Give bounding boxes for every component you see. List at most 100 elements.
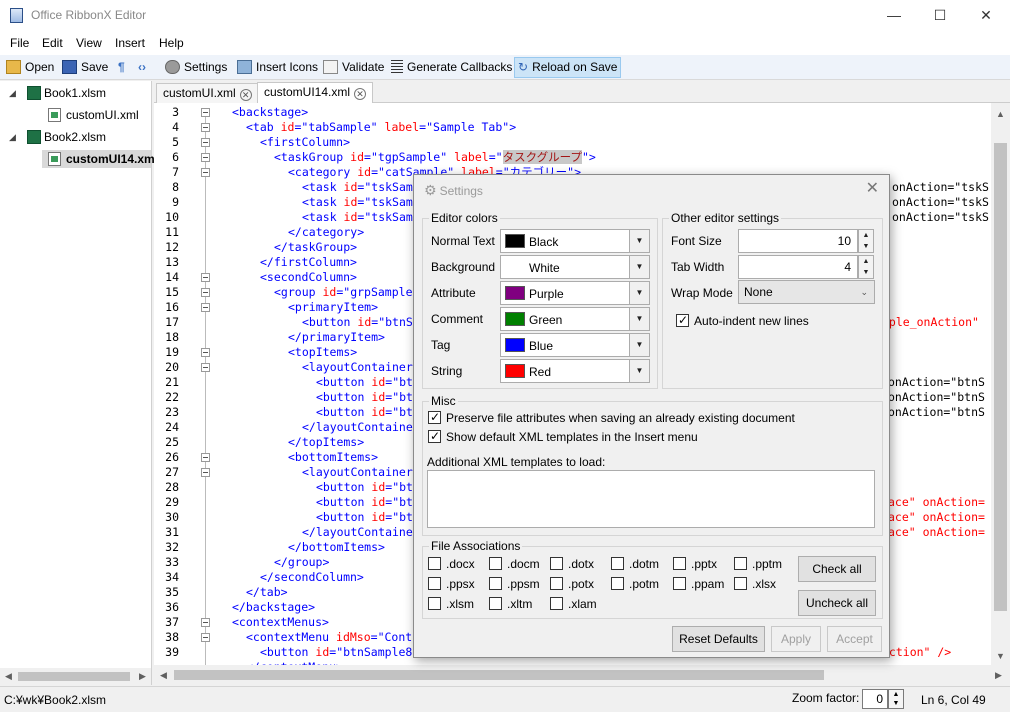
- open-button[interactable]: Open: [6, 57, 54, 78]
- menu-view[interactable]: View: [76, 36, 102, 50]
- checkbox-box[interactable]: [428, 577, 441, 590]
- scroll-thumb[interactable]: [18, 672, 130, 681]
- scroll-right-icon[interactable]: ▶: [995, 670, 1002, 681]
- tree-item-book1[interactable]: Book1.xlsm: [27, 84, 106, 102]
- close-window-button[interactable]: ✕: [963, 0, 1009, 31]
- chevron-down-icon[interactable]: ▼: [629, 360, 649, 382]
- chevron-down-icon[interactable]: ▼: [863, 269, 870, 276]
- font-size-stepper[interactable]: ▲ ▼: [858, 229, 874, 253]
- generate-callbacks-button[interactable]: Generate Callbacks: [391, 57, 512, 78]
- assoc-potx-checkbox[interactable]: .potx: [550, 577, 594, 591]
- fold-toggle-icon[interactable]: [201, 108, 210, 117]
- tree-item-book2-customui14[interactable]: customUI14.xml: [42, 150, 158, 168]
- apply-button[interactable]: Apply: [771, 626, 821, 652]
- format-xml-button[interactable]: ‹›: [138, 57, 146, 78]
- fold-toggle-icon[interactable]: [201, 288, 210, 297]
- close-tab-icon[interactable]: ✕: [239, 89, 252, 101]
- string-color-select[interactable]: Red ▼: [500, 359, 650, 383]
- chevron-down-icon[interactable]: ▼: [893, 700, 900, 707]
- checkbox-box[interactable]: [550, 597, 563, 610]
- assoc-docm-checkbox[interactable]: .docm: [489, 557, 540, 571]
- background-color-select[interactable]: White ▼: [500, 255, 650, 279]
- tree-item-book1-customui[interactable]: customUI.xml: [48, 106, 139, 124]
- checkbox-box[interactable]: [676, 313, 689, 327]
- tree-horizontal-scrollbar[interactable]: ◀ ▶: [0, 668, 151, 685]
- show-templates-checkbox[interactable]: Show default XML templates in the Insert…: [428, 429, 698, 444]
- checkbox-box[interactable]: [489, 597, 502, 610]
- checkbox-box[interactable]: [734, 577, 747, 590]
- assoc-docx-checkbox[interactable]: .docx: [428, 557, 475, 571]
- validate-button[interactable]: Validate: [323, 57, 384, 78]
- fold-toggle-icon[interactable]: [201, 363, 210, 372]
- additional-templates-textarea[interactable]: [427, 470, 875, 528]
- zoom-stepper[interactable]: ▲ ▼: [888, 689, 904, 709]
- scroll-right-icon[interactable]: ▶: [139, 671, 146, 682]
- expand-arrow-icon[interactable]: ◢: [9, 88, 16, 99]
- insert-icons-button[interactable]: Insert Icons: [237, 57, 318, 78]
- assoc-ppam-checkbox[interactable]: .ppam: [673, 577, 724, 591]
- chevron-down-icon[interactable]: ▼: [629, 308, 649, 330]
- fold-toggle-icon[interactable]: [201, 153, 210, 162]
- assoc-pptx-checkbox[interactable]: .pptx: [673, 557, 717, 571]
- assoc-xlam-checkbox[interactable]: .xlam: [550, 597, 597, 611]
- maximize-button[interactable]: ☐: [917, 0, 963, 31]
- assoc-dotm-checkbox[interactable]: .dotm: [611, 557, 659, 571]
- comment-color-select[interactable]: Green ▼: [500, 307, 650, 331]
- checkbox-box[interactable]: [611, 557, 624, 570]
- attribute-color-select[interactable]: Purple ▼: [500, 281, 650, 305]
- tag-color-select[interactable]: Blue ▼: [500, 333, 650, 357]
- font-size-input[interactable]: 10: [738, 229, 858, 253]
- minimize-button[interactable]: —: [871, 0, 917, 31]
- assoc-xlsm-checkbox[interactable]: .xlsm: [428, 597, 474, 611]
- assoc-xltm-checkbox[interactable]: .xltm: [489, 597, 532, 611]
- reload-on-save-toggle[interactable]: ↻ Reload on Save: [514, 57, 622, 78]
- wrap-mode-select[interactable]: None ⌄: [738, 280, 875, 304]
- tab-customui14[interactable]: customUI14.xml ✕: [257, 82, 374, 104]
- checkbox-box[interactable]: [673, 557, 686, 570]
- checkbox-box[interactable]: [550, 557, 563, 570]
- scroll-up-icon[interactable]: ▲: [996, 109, 1005, 119]
- checkbox-box[interactable]: [550, 577, 563, 590]
- normal-text-color-select[interactable]: Black ▼: [500, 229, 650, 253]
- chevron-down-icon[interactable]: ▼: [629, 282, 649, 304]
- scroll-down-icon[interactable]: ▼: [996, 651, 1005, 661]
- checkbox-box[interactable]: [428, 597, 441, 610]
- menu-help[interactable]: Help: [159, 36, 184, 50]
- expand-arrow-icon[interactable]: ◢: [9, 132, 16, 143]
- chevron-down-icon[interactable]: ⌄: [860, 281, 868, 303]
- fold-toggle-icon[interactable]: [201, 453, 210, 462]
- reset-defaults-button[interactable]: Reset Defaults: [672, 626, 765, 652]
- menu-file[interactable]: File: [10, 36, 29, 50]
- tree-item-book2[interactable]: Book2.xlsm: [27, 128, 106, 146]
- checkbox-box[interactable]: [673, 577, 686, 590]
- chevron-down-icon[interactable]: ▼: [629, 256, 649, 278]
- fold-toggle-icon[interactable]: [201, 273, 210, 282]
- checkbox-box[interactable]: [611, 577, 624, 590]
- show-whitespace-button[interactable]: ¶: [118, 57, 125, 78]
- fold-toggle-icon[interactable]: [201, 468, 210, 477]
- settings-button[interactable]: Settings: [165, 57, 227, 78]
- fold-toggle-icon[interactable]: [201, 138, 210, 147]
- uncheck-all-button[interactable]: Uncheck all: [798, 590, 876, 616]
- assoc-pptm-checkbox[interactable]: .pptm: [734, 557, 782, 571]
- checkbox-box[interactable]: [428, 410, 441, 424]
- checkbox-box[interactable]: [428, 557, 441, 570]
- zoom-input[interactable]: 0: [862, 689, 888, 709]
- assoc-potm-checkbox[interactable]: .potm: [611, 577, 659, 591]
- fold-toggle-icon[interactable]: [201, 303, 210, 312]
- scroll-left-icon[interactable]: ◀: [5, 671, 12, 682]
- chevron-down-icon[interactable]: ▼: [863, 243, 870, 250]
- checkbox-box[interactable]: [734, 557, 747, 570]
- fold-toggle-icon[interactable]: [201, 618, 210, 627]
- fold-toggle-icon[interactable]: [201, 168, 210, 177]
- checkbox-box[interactable]: [489, 577, 502, 590]
- checkbox-box[interactable]: [428, 429, 441, 443]
- close-tab-icon[interactable]: ✕: [354, 88, 367, 100]
- chevron-up-icon[interactable]: ▲: [863, 258, 870, 265]
- assoc-ppsx-checkbox[interactable]: .ppsx: [428, 577, 475, 591]
- dialog-close-button[interactable]: ✕: [866, 178, 879, 198]
- assoc-ppsm-checkbox[interactable]: .ppsm: [489, 577, 540, 591]
- auto-indent-checkbox[interactable]: Auto-indent new lines: [676, 313, 809, 328]
- tab-width-input[interactable]: 4: [738, 255, 858, 279]
- scroll-thumb[interactable]: [994, 143, 1007, 611]
